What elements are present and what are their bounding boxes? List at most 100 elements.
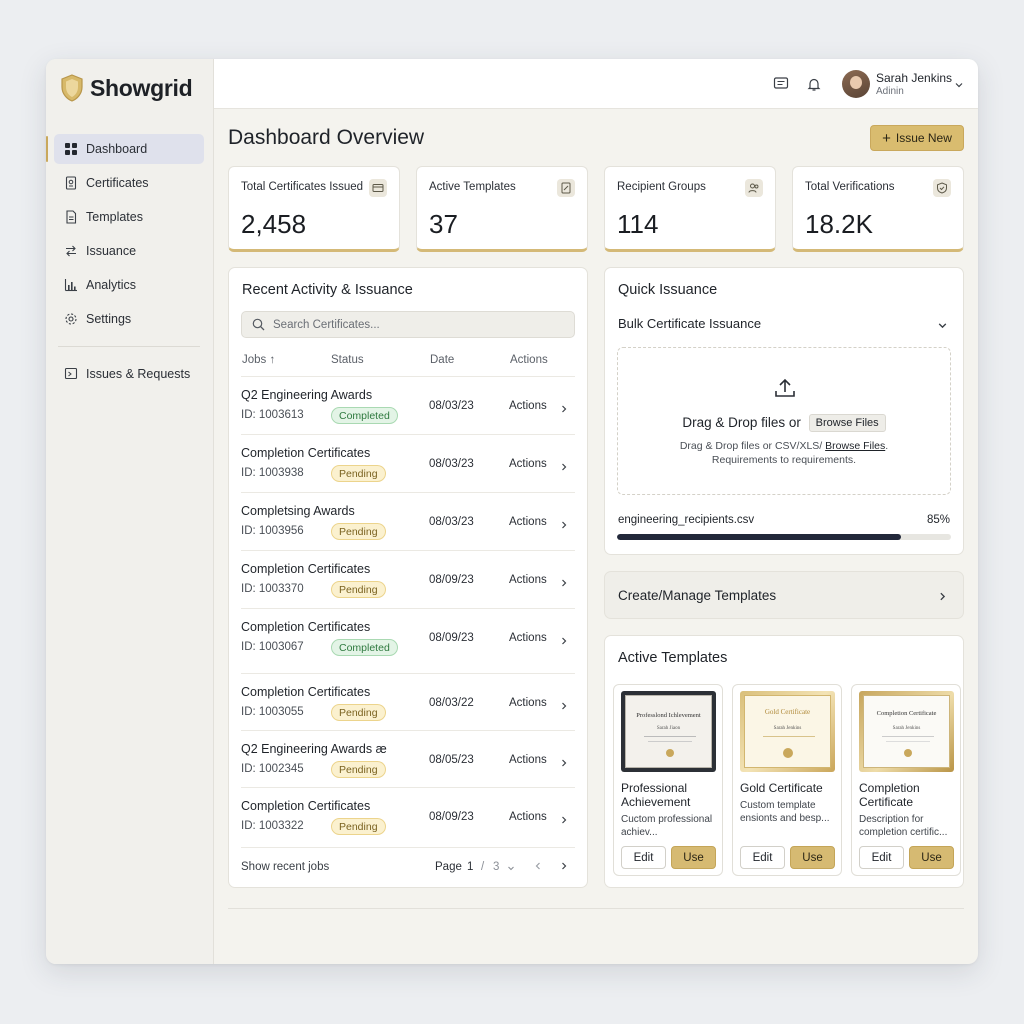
chevron-right-icon[interactable] bbox=[559, 517, 569, 535]
chevron-right-icon[interactable] bbox=[559, 698, 569, 716]
status-badge: Pending bbox=[331, 704, 386, 721]
table-row[interactable]: Q2 Engineering Awards ID: 1003613 Complete… bbox=[241, 376, 575, 434]
dropzone-hint-end: . bbox=[885, 440, 889, 452]
template-card-professional[interactable]: Professlond Ichlevement Sarah Jiaon Prof… bbox=[613, 684, 723, 876]
chevron-right-icon[interactable] bbox=[559, 575, 569, 593]
certificate-thumbnail: Professlond Ichlevement Sarah Jiaon bbox=[621, 691, 716, 772]
table-row[interactable]: Completion Certificates ID: 1003938 Pendin… bbox=[241, 434, 575, 492]
table-row[interactable]: Completsing Awards ID: 1003956 Pending 08/0… bbox=[241, 492, 575, 550]
actions-menu[interactable]: Actions bbox=[509, 458, 547, 470]
stat-value: 18.2K bbox=[805, 209, 873, 239]
column-header-actions: Actions bbox=[510, 354, 548, 366]
chevron-right-icon[interactable] bbox=[559, 633, 569, 651]
thumbnail-title: Professlond Ichlevement bbox=[636, 712, 701, 719]
page-dropdown-chevron-icon[interactable] bbox=[507, 863, 515, 875]
sidebar-item-settings[interactable]: Settings bbox=[54, 304, 204, 334]
use-template-button[interactable]: Use bbox=[671, 846, 716, 869]
job-date: 08/09/23 bbox=[429, 811, 474, 823]
dropzone-hint: Drag & Drop files or CSV/XLS/ Browse Fil… bbox=[618, 440, 950, 452]
template-description: Description for completion certific... bbox=[859, 814, 948, 838]
actions-menu[interactable]: Actions bbox=[509, 516, 547, 528]
status-badge: Pending bbox=[331, 523, 386, 540]
actions-menu[interactable]: Actions bbox=[509, 754, 547, 766]
actions-menu[interactable]: Actions bbox=[509, 697, 547, 709]
issue-new-label: Issue New bbox=[895, 131, 952, 145]
sidebar-item-label: Analytics bbox=[86, 278, 137, 292]
chevron-down-icon[interactable] bbox=[937, 318, 948, 336]
edit-template-button[interactable]: Edit bbox=[859, 846, 904, 869]
chevron-right-icon[interactable] bbox=[559, 401, 569, 419]
chevron-right-icon[interactable] bbox=[559, 755, 569, 773]
avatar[interactable] bbox=[842, 70, 870, 98]
page-title: Dashboard Overview bbox=[228, 126, 425, 149]
template-card-completion[interactable]: Completion Certificate Sarah Jenkins Com… bbox=[851, 684, 961, 876]
stat-value: 37 bbox=[429, 209, 458, 239]
status-badge: Pending bbox=[331, 581, 386, 598]
prev-page-icon[interactable] bbox=[533, 861, 543, 874]
app-name: Showgrid bbox=[90, 74, 193, 101]
manage-templates-row[interactable]: Create/Manage Templates bbox=[604, 571, 964, 619]
chevron-right-icon[interactable] bbox=[559, 459, 569, 477]
search-bar[interactable] bbox=[241, 311, 575, 338]
template-card-gold[interactable]: Gold Certificate Sarah Jenkins Gold Cert… bbox=[732, 684, 842, 876]
browse-files-button[interactable]: Browse Files bbox=[808, 414, 886, 432]
column-label: Jobs bbox=[242, 354, 267, 366]
table-row[interactable]: Completion Certificates ID: 1003055 Pendin… bbox=[241, 673, 575, 731]
chevron-down-icon[interactable] bbox=[954, 77, 964, 95]
actions-menu[interactable]: Actions bbox=[509, 811, 547, 823]
actions-menu[interactable]: Actions bbox=[509, 632, 547, 644]
issuance-type-dropdown[interactable]: Bulk Certificate Issuance bbox=[618, 316, 761, 331]
grid-icon bbox=[65, 143, 77, 155]
message-icon[interactable] bbox=[771, 74, 791, 94]
user-name[interactable]: Sarah Jenkins bbox=[876, 71, 952, 85]
logo[interactable]: Showgrid bbox=[60, 73, 193, 103]
stat-card-total-certificates: Total Certificates Issued 2,458 bbox=[228, 166, 400, 252]
show-recent-jobs-link[interactable]: Show recent jobs bbox=[241, 861, 329, 873]
sidebar-item-certificates[interactable]: Certificates bbox=[54, 168, 204, 198]
sidebar-item-label: Templates bbox=[86, 210, 143, 224]
sidebar-item-issuance[interactable]: Issuance bbox=[54, 236, 204, 266]
column-header-jobs[interactable]: Jobs ↑ bbox=[242, 354, 275, 366]
bell-icon[interactable] bbox=[804, 74, 824, 94]
edit-template-button[interactable]: Edit bbox=[621, 846, 666, 869]
divider bbox=[228, 908, 964, 909]
table-row[interactable]: Q2 Engineering Awards æ ID: 1002345 Pendin… bbox=[241, 730, 575, 788]
job-name: Completion Certificates bbox=[241, 620, 371, 634]
status-badge: Pending bbox=[331, 818, 386, 835]
table-row[interactable]: Completion Certificates ID: 1003322 Pendin… bbox=[241, 787, 575, 845]
actions-menu[interactable]: Actions bbox=[509, 400, 547, 412]
dropzone-hint-text: Drag & Drop files or CSV/XLS/ bbox=[679, 440, 823, 452]
job-date: 08/09/23 bbox=[429, 632, 474, 644]
issue-new-button[interactable]: + Issue New bbox=[870, 125, 964, 151]
column-header-date[interactable]: Date bbox=[430, 354, 454, 366]
inbox-icon bbox=[64, 367, 78, 380]
thumbnail-title: Gold Certificate bbox=[764, 708, 811, 716]
sidebar-item-issues-requests[interactable]: Issues & Requests bbox=[54, 359, 204, 389]
manage-templates-label: Create/Manage Templates bbox=[618, 588, 777, 603]
sidebar-item-dashboard[interactable]: Dashboard bbox=[46, 134, 204, 164]
template-description: Custom template ensionts and besp... bbox=[740, 800, 830, 824]
sidebar-item-analytics[interactable]: Analytics bbox=[54, 270, 204, 300]
page-total[interactable]: 3 bbox=[493, 861, 499, 873]
edit-template-button[interactable]: Edit bbox=[740, 846, 785, 869]
sidebar-item-templates[interactable]: Templates bbox=[54, 202, 204, 232]
chevron-right-icon[interactable] bbox=[559, 812, 569, 830]
use-template-button[interactable]: Use bbox=[909, 846, 954, 869]
dropzone-text: Drag & Drop files or Browse Files bbox=[618, 414, 950, 432]
actions-menu[interactable]: Actions bbox=[509, 574, 547, 586]
sidebar-item-label: Issuance bbox=[86, 244, 137, 258]
table-row[interactable]: Completion Certificates ID: 1003067 Comple… bbox=[241, 608, 575, 666]
column-header-status[interactable]: Status bbox=[331, 354, 364, 366]
use-template-button[interactable]: Use bbox=[790, 846, 835, 869]
job-id: ID: 1003322 bbox=[241, 820, 304, 832]
browse-files-link[interactable]: Browse Files bbox=[825, 440, 885, 452]
job-id: ID: 1003370 bbox=[241, 583, 304, 595]
file-dropzone[interactable]: Drag & Drop files or Browse Files Drag &… bbox=[617, 347, 951, 495]
page-current[interactable]: 1 bbox=[467, 861, 473, 873]
seal-icon bbox=[783, 748, 793, 758]
next-page-icon[interactable] bbox=[559, 861, 569, 874]
job-date: 08/03/23 bbox=[429, 458, 474, 470]
table-row[interactable]: Completion Certificates ID: 1003370 Pendin… bbox=[241, 550, 575, 608]
job-id: ID: 1003938 bbox=[241, 467, 304, 479]
search-input[interactable] bbox=[273, 318, 563, 331]
